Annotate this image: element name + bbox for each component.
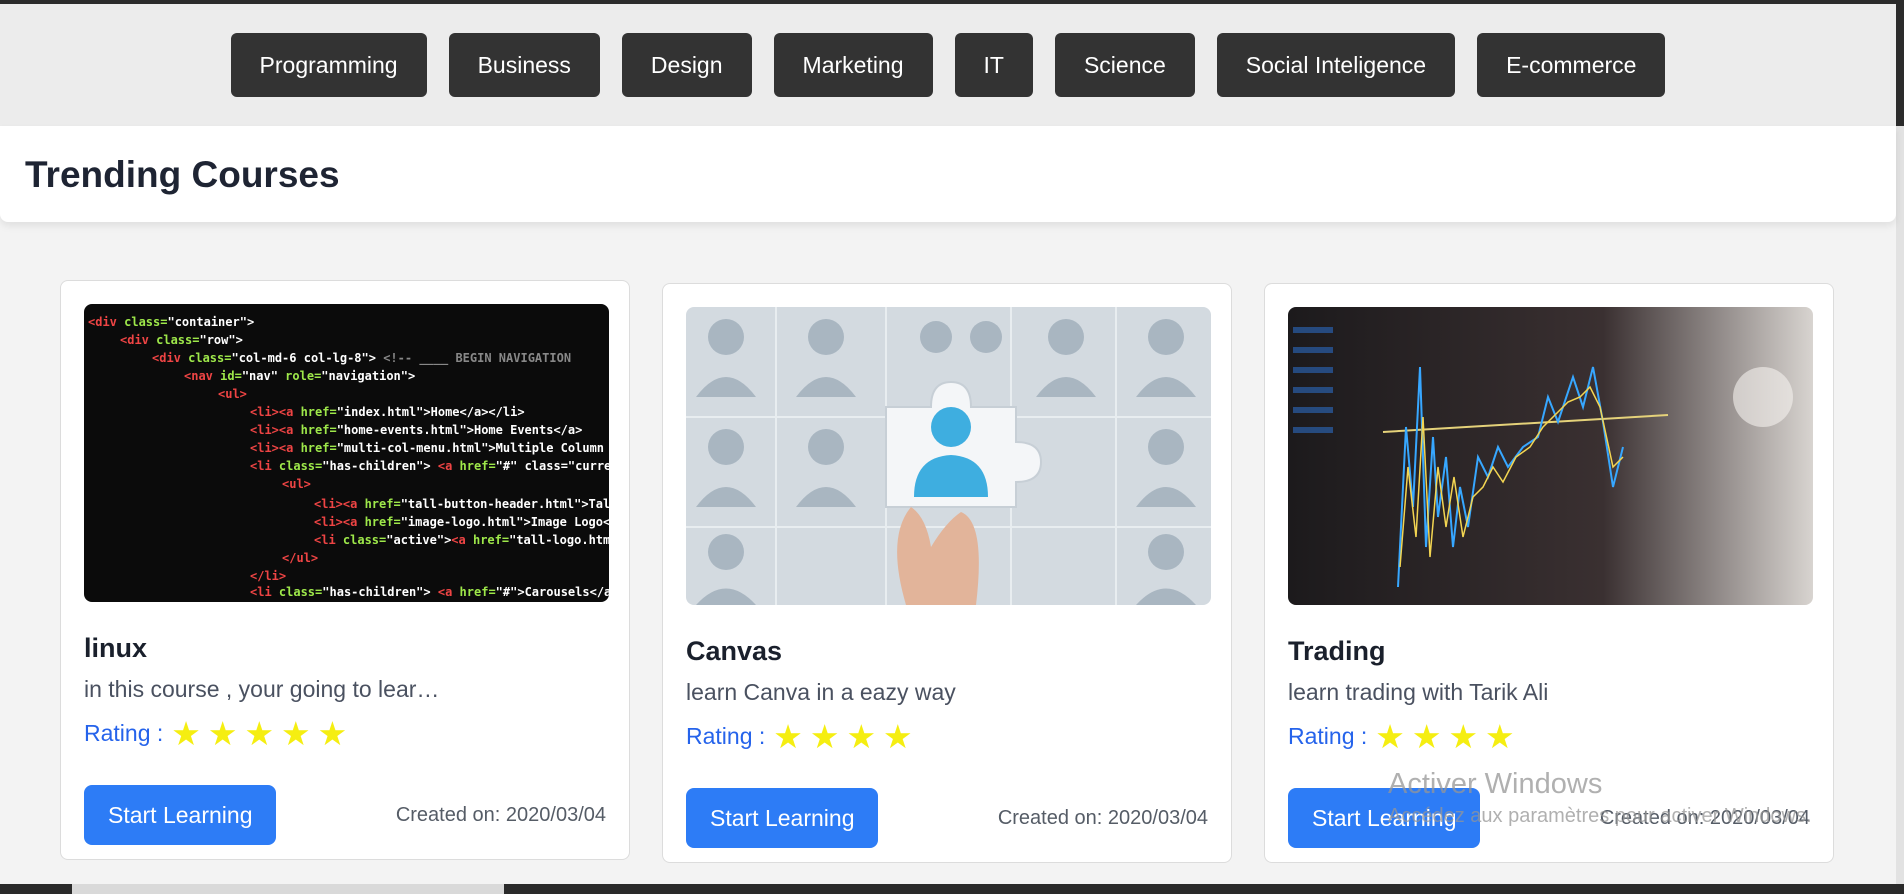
star-icon: ★ xyxy=(1411,718,1442,755)
category-button-science[interactable]: Science xyxy=(1054,33,1195,97)
svg-text:<li class="active"><a href="ta: <li class="active"><a href="tall-logo.ht… xyxy=(314,533,609,547)
svg-text:<li><a href="multi-col-menu.ht: <li><a href="multi-col-menu.html">Multip… xyxy=(250,441,609,455)
puzzle-piece-image xyxy=(686,307,1211,605)
svg-text:<ul>: <ul> xyxy=(282,477,311,491)
bottom-strip xyxy=(0,884,1904,894)
svg-text:<div class="container">: <div class="container"> xyxy=(88,315,254,329)
course-description: learn trading with Tarik Ali xyxy=(1288,679,1549,705)
svg-text:</ul>: </ul> xyxy=(282,551,318,565)
created-date: Created on: 2020/03/04 xyxy=(395,804,606,826)
category-button-programming[interactable]: Programming xyxy=(230,33,427,97)
start-learning-button[interactable]: Start Learning xyxy=(84,785,277,845)
course-card: Canvas learn Canva in a eazy way Rating … xyxy=(662,283,1232,863)
start-learning-button[interactable]: Start Learning xyxy=(1288,788,1481,848)
star-icon: ★ xyxy=(883,718,913,755)
course-title: Trading xyxy=(1288,636,1386,666)
svg-text:<ul>: <ul> xyxy=(218,387,247,401)
star-icon: ★ xyxy=(281,715,311,752)
page-scrollbar[interactable] xyxy=(1896,0,1904,894)
svg-text:<li><a href="home-events.html": <li><a href="home-events.html">Home Even… xyxy=(250,423,582,437)
category-nav: Programming Business Design Marketing IT… xyxy=(0,4,1896,126)
rating-label: Rating : xyxy=(1288,723,1368,749)
star-icon: ★ xyxy=(171,715,201,752)
svg-text:<li><a href="index.html">Home<: <li><a href="index.html">Home</a></li> xyxy=(250,405,525,419)
category-button-business[interactable]: Business xyxy=(448,33,600,97)
svg-text:<div class="row">: <div class="row"> xyxy=(120,333,243,347)
course-rating: Rating : ★ ★ ★ ★ ★ xyxy=(84,717,354,750)
svg-text:<li class="has-children"> <a h: <li class="has-children"> <a href="#">Ca… xyxy=(250,585,609,599)
course-card: <div class="container"> <div class="row"… xyxy=(60,280,630,860)
rating-label: Rating : xyxy=(686,723,766,749)
bottom-strip-segment xyxy=(72,884,504,894)
scrollbar-thumb[interactable] xyxy=(1896,0,1904,126)
rating-label: Rating : xyxy=(84,720,164,746)
star-icon: ★ xyxy=(773,718,803,755)
category-button-social-inteligence[interactable]: Social Inteligence xyxy=(1216,33,1456,97)
star-icon: ★ xyxy=(1448,718,1479,755)
star-icon: ★ xyxy=(1485,718,1515,755)
category-button-it[interactable]: IT xyxy=(954,33,1033,97)
svg-text:<div class="col-md-6 col-lg-8": <div class="col-md-6 col-lg-8"> <!-- ___… xyxy=(152,351,571,366)
star-icon: ★ xyxy=(317,715,348,752)
course-description: in this course , your going to lear… xyxy=(84,676,440,702)
category-button-marketing[interactable]: Marketing xyxy=(773,33,933,97)
svg-text:<nav id="nav" role="navigation: <nav id="nav" role="navigation"> xyxy=(184,369,415,383)
section-title: Trending Courses xyxy=(25,154,340,195)
created-date: Created on: 2020/03/04 xyxy=(1599,807,1810,829)
created-date: Created on: 2020/03/04 xyxy=(997,807,1208,829)
svg-text:</li>: </li> xyxy=(250,569,286,583)
course-image xyxy=(1288,307,1813,605)
code-editor-image: <div class="container"> <div class="row"… xyxy=(84,304,609,602)
course-image xyxy=(686,307,1211,605)
start-learning-button[interactable]: Start Learning xyxy=(686,788,879,848)
star-icon: ★ xyxy=(207,715,238,752)
star-icon: ★ xyxy=(809,718,840,755)
category-button-e-commerce[interactable]: E-commerce xyxy=(1477,33,1666,97)
svg-text:<li><a href="tall-button-heade: <li><a href="tall-button-header.html">Ta… xyxy=(314,497,609,511)
course-title: linux xyxy=(84,633,148,663)
course-rating: Rating : ★ ★ ★ ★ xyxy=(1288,720,1522,753)
category-button-design[interactable]: Design xyxy=(621,33,752,97)
section-header: Trending Courses xyxy=(0,126,1896,222)
course-title: Canvas xyxy=(686,636,783,666)
stock-chart-image xyxy=(1288,307,1813,605)
course-card: Trading learn trading with Tarik Ali Rat… xyxy=(1264,283,1834,863)
star-icon: ★ xyxy=(846,718,877,755)
svg-text:<li class="has-children"> <a h: <li class="has-children"> <a href="#" cl… xyxy=(250,459,609,473)
svg-text:<li><a href="image-logo.html">: <li><a href="image-logo.html">Image Logo… xyxy=(314,515,609,529)
course-description: learn Canva in a eazy way xyxy=(686,679,956,705)
course-rating: Rating : ★ ★ ★ ★ xyxy=(686,720,920,753)
star-icon: ★ xyxy=(1375,718,1405,755)
course-image: <div class="container"> <div class="row"… xyxy=(84,304,609,602)
star-icon: ★ xyxy=(244,715,275,752)
